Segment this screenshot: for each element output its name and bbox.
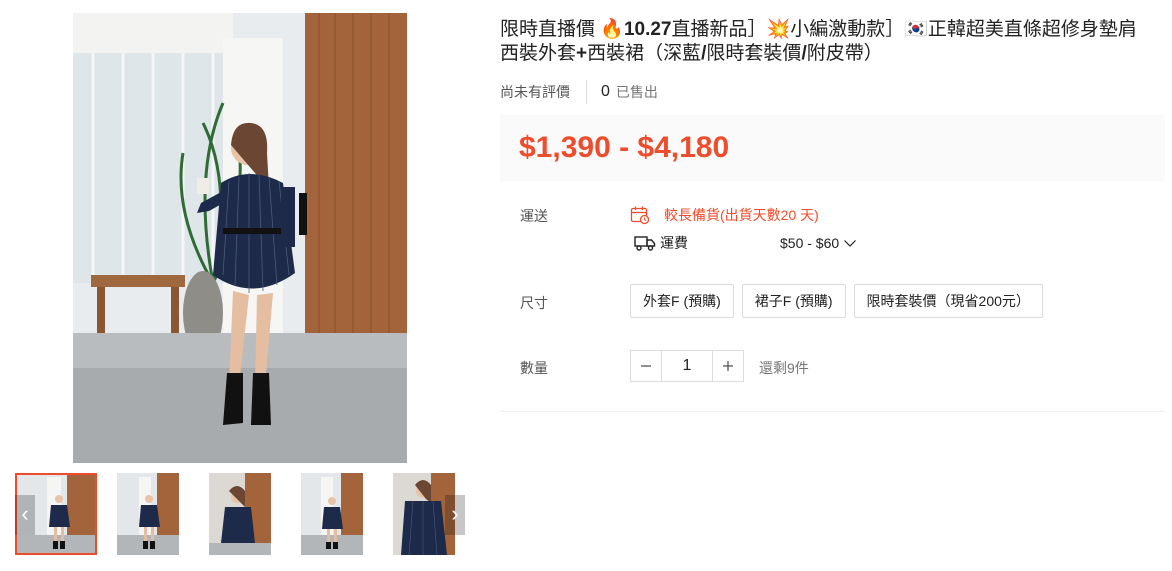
truck-icon	[634, 236, 656, 251]
price-range: $1,390 - $4,180	[519, 131, 730, 164]
quantity-decrease-button[interactable]	[630, 350, 662, 382]
thumbnail-2[interactable]	[117, 473, 179, 555]
quantity-stepper	[630, 350, 744, 382]
thumbnail-image	[117, 473, 179, 555]
shipping-label: 運送	[520, 208, 548, 224]
thumbnail-strip: ‹ ›	[15, 473, 467, 555]
thumbnail-image	[301, 473, 363, 555]
fire-emoji-icon: 🔥	[600, 19, 624, 40]
thumbnail-image	[209, 473, 271, 555]
chevron-right-icon: ›	[451, 501, 459, 526]
shipping-warning: 較長備貨(出貨天數20 天)	[630, 205, 819, 225]
gallery-next-button[interactable]: ›	[445, 495, 465, 535]
boom-emoji-icon: 💥	[766, 19, 791, 40]
quantity-increase-button[interactable]	[712, 350, 744, 382]
shipping-fee-dropdown[interactable]: $50 - $60	[780, 235, 857, 251]
product-photo	[73, 13, 407, 463]
thumbnail-4[interactable]	[301, 473, 363, 555]
size-label: 尺寸	[520, 295, 548, 311]
price-section: $1,390 - $4,180	[500, 115, 1165, 181]
product-title: 限時直播價 🔥10.27直播新品］💥小編激動款］🇰🇷正韓超美直條超修身墊肩 西裝外…	[500, 19, 1137, 64]
sold-label: 已售出	[615, 84, 658, 100]
quantity-label: 數量	[520, 360, 548, 376]
chevron-left-icon: ‹	[21, 501, 29, 526]
sold-count: 0	[601, 83, 610, 100]
chevron-down-icon	[844, 240, 857, 247]
section-divider	[500, 411, 1165, 412]
minus-icon	[641, 365, 651, 367]
shipping-warning-text: 較長備貨(出貨天數20 天)	[664, 207, 819, 223]
shipping-fee-value: $50 - $60	[780, 235, 840, 251]
size-option-jacket[interactable]: 外套F (預購)	[630, 284, 734, 318]
calendar-clock-icon	[630, 206, 650, 225]
quantity-input[interactable]	[662, 350, 712, 382]
shipping-fee: 運費 $50 - $60	[634, 233, 874, 253]
main-product-image[interactable]	[73, 13, 407, 463]
korea-flag-icon: 🇰🇷	[904, 19, 928, 40]
size-option-skirt[interactable]: 裙子F (預購)	[741, 284, 846, 318]
review-status: 尚未有評價	[500, 84, 570, 100]
stock-remaining: 還剩9件	[759, 360, 809, 376]
shipping-fee-label: 運費	[660, 235, 688, 251]
size-option-set[interactable]: 限時套裝價（現省200元）	[853, 284, 1043, 318]
gallery-prev-button[interactable]: ‹	[15, 495, 35, 535]
size-options: 外套F (預購) 裙子F (預購) 限時套裝價（現省200元）	[630, 284, 1051, 318]
product-meta: 尚未有評價 0 已售出	[500, 80, 658, 104]
meta-divider	[586, 80, 587, 104]
thumbnail-3[interactable]	[209, 473, 271, 555]
plus-icon	[723, 361, 733, 371]
